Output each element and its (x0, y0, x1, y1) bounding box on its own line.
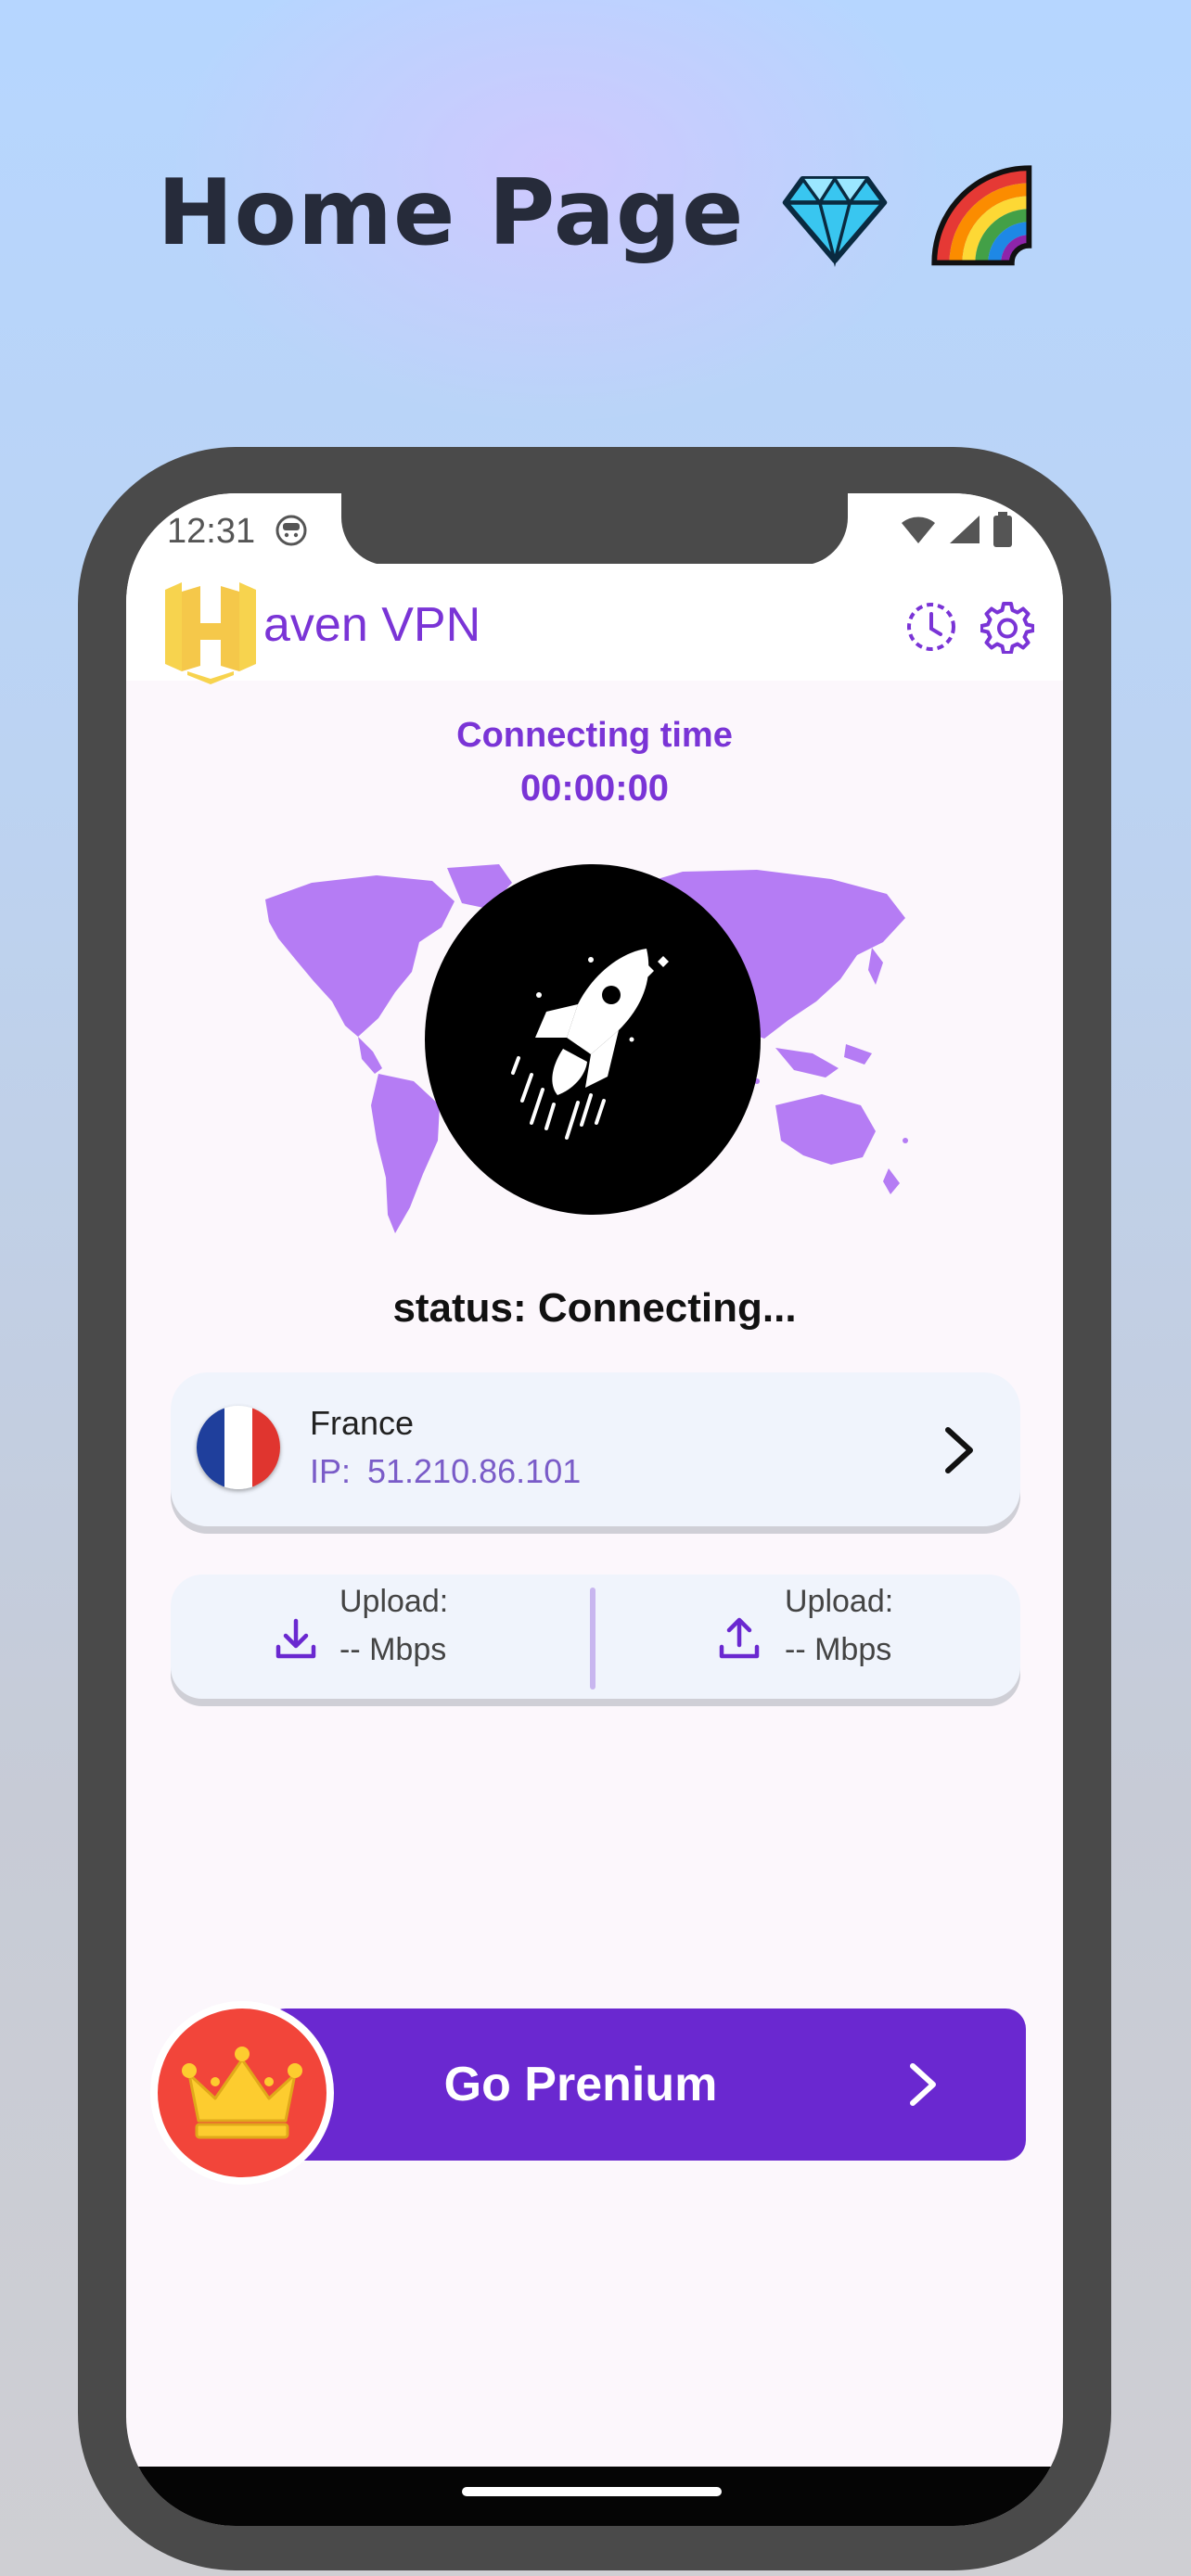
download-speed: Upload: -- Mbps (171, 1575, 596, 1699)
ip-label: IP: (310, 1452, 352, 1490)
app-header: aven VPN (126, 564, 1063, 684)
chevron-right-icon (910, 2063, 936, 2106)
navigation-bar (126, 2467, 1063, 2526)
system-icons (900, 512, 1013, 547)
home-indicator[interactable] (462, 2487, 722, 2496)
wifi-icon (902, 516, 935, 543)
connecting-time-label: Connecting time (456, 716, 733, 755)
settings-gear-icon (980, 602, 1034, 654)
rocket-icon (511, 949, 669, 1140)
download-speed-value: -- Mbps (339, 1632, 447, 1667)
phone-frame: 12:31 aven VPN Connecting time 00:00:00 … (78, 447, 1111, 2570)
bot-face-icon (275, 515, 307, 546)
settings-button[interactable] (980, 599, 1035, 655)
brand-name: aven VPN (263, 598, 481, 652)
crown-badge[interactable] (150, 2001, 334, 2185)
signal-icon (950, 516, 980, 543)
server-ip: IP: 51.210.86.101 (310, 1452, 581, 1491)
server-selector[interactable]: France IP: 51.210.86.101 (171, 1372, 1020, 1526)
go-premium-button[interactable]: Go Prenium (265, 2009, 1026, 2161)
server-country: France (310, 1404, 415, 1442)
crown-icon (182, 2047, 302, 2139)
download-speed-label: Upload: (339, 1584, 449, 1619)
rainbow-icon (931, 165, 1032, 266)
upload-speed: Upload: -- Mbps (596, 1575, 1020, 1699)
connect-button[interactable] (425, 864, 761, 1215)
history-icon (907, 603, 955, 651)
chevron-right-icon (945, 1427, 973, 1473)
upload-speed-label: Upload: (785, 1584, 894, 1619)
battery-icon (993, 512, 1012, 547)
connection-status: status: Connecting... (392, 1285, 797, 1331)
upload-speed-value: -- Mbps (785, 1632, 892, 1667)
download-icon (275, 1618, 316, 1659)
upload-icon (719, 1617, 760, 1659)
phone-screen: 12:31 aven VPN Connecting time 00:00:00 … (126, 493, 1063, 2526)
france-flag-icon (197, 1406, 280, 1489)
ip-value: 51.210.86.101 (367, 1452, 582, 1490)
page-heading: Home Page (157, 160, 745, 266)
connecting-time-value: 00:00:00 (519, 768, 670, 809)
gem-icon (783, 175, 888, 267)
history-button[interactable] (903, 599, 959, 655)
speed-panel: Upload: -- Mbps Upload: -- Mbps (171, 1575, 1020, 1699)
haven-shield-logo-icon (165, 582, 256, 684)
camera-notch (341, 493, 848, 566)
go-premium-label: Go Prenium (443, 2058, 718, 2111)
headline: Home Page (0, 148, 1191, 278)
status-time: 12:31 (167, 512, 256, 551)
